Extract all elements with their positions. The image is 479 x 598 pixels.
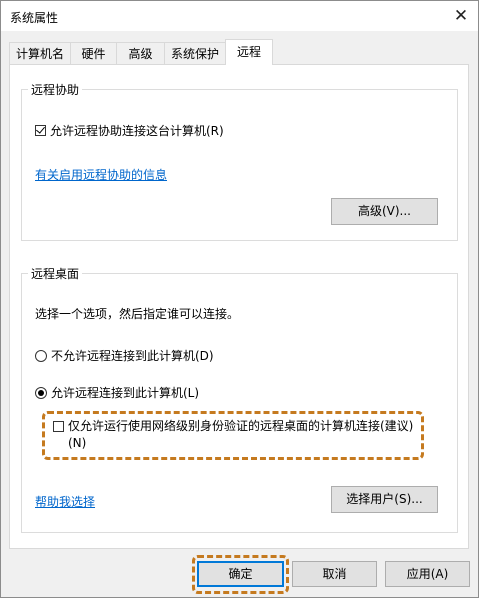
deny-remote-connections-label: 不允许远程连接到此计算机(D) (51, 349, 214, 363)
title-bar: 系统属性 ✕ (1, 1, 478, 31)
window-title: 系统属性 (10, 11, 59, 25)
allow-remote-assistance-checkbox[interactable] (35, 125, 46, 136)
tab-computer-name[interactable]: 计算机名 (9, 42, 71, 64)
allow-remote-assistance-option[interactable]: 允许远程协助连接这台计算机(R) (35, 122, 224, 139)
remote-desktop-group-title: 远程桌面 (28, 265, 83, 282)
advanced-button[interactable]: 高级(V)... (331, 198, 438, 225)
tab-system-protection[interactable]: 系统保护 (164, 42, 226, 64)
close-icon[interactable]: ✕ (444, 1, 478, 31)
apply-button[interactable]: 应用(A) (385, 561, 470, 587)
allow-remote-connections-radio[interactable] (35, 386, 47, 399)
tab-remote[interactable]: 远程 (225, 39, 273, 65)
nla-option-highlight (42, 411, 424, 460)
select-users-button[interactable]: 选择用户(S)... (331, 486, 438, 513)
allow-remote-connections-label: 允许远程连接到此计算机(L) (51, 386, 200, 400)
remote-assistance-info-link[interactable]: 有关启用远程协助的信息 (35, 166, 167, 183)
remote-assistance-group: 远程协助 允许远程协助连接这台计算机(R) 有关启用远程协助的信息 高级(V).… (21, 81, 458, 241)
cancel-button[interactable]: 取消 (292, 561, 377, 587)
deny-remote-connections-option[interactable]: 不允许远程连接到此计算机(D) (35, 347, 214, 364)
allow-remote-connections-option[interactable]: 允许远程连接到此计算机(L) (35, 384, 199, 401)
remote-assistance-group-title: 远程协助 (28, 81, 83, 98)
remote-desktop-group: 远程桌面 选择一个选项，然后指定谁可以连接。 不允许远程连接到此计算机(D) 允… (21, 265, 458, 533)
deny-remote-connections-radio[interactable] (35, 349, 47, 362)
allow-remote-assistance-label: 允许远程协助连接这台计算机(R) (50, 124, 224, 138)
system-properties-window: 系统属性 ✕ 计算机名 硬件 高级 系统保护 远程 远程协助 允许远程协助连接这… (0, 0, 479, 598)
remote-tab-panel: 远程协助 允许远程协助连接这台计算机(R) 有关启用远程协助的信息 高级(V).… (9, 64, 469, 549)
tab-hardware[interactable]: 硬件 (70, 42, 117, 64)
help-me-choose-link[interactable]: 帮助我选择 (35, 493, 95, 510)
remote-desktop-instruction: 选择一个选项，然后指定谁可以连接。 (35, 307, 240, 321)
ok-button-highlight (192, 555, 289, 594)
tab-advanced[interactable]: 高级 (116, 42, 165, 64)
